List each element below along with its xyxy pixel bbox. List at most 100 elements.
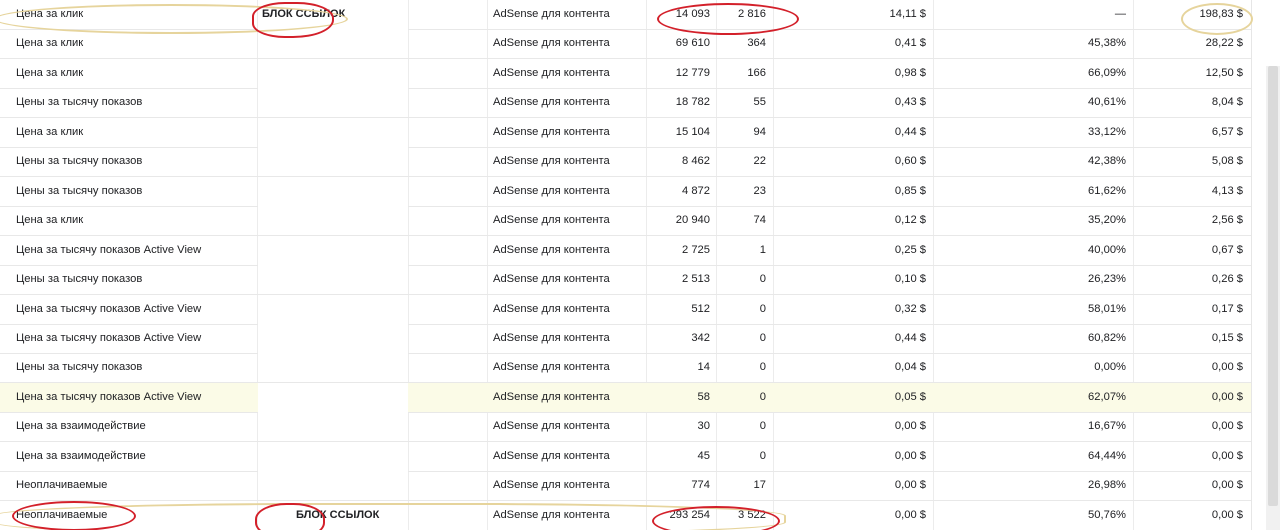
ad-type-cell: Цена за тысячу показов Active View [16,390,202,403]
table-row[interactable]: Неоплачиваемые AdSense для контента 774 17 0… [0,471,1251,502]
product-cell: AdSense для контента [493,273,610,286]
product-cell: AdSense для контента [493,479,610,492]
revenue-cell: 5,08 $ [1211,155,1243,168]
revenue-cell: 0,00 $ [1211,361,1243,374]
product-cell: AdSense для контента [493,508,610,521]
ad-unit-cell [258,294,408,324]
ad-type-cell: Цена за клик [16,37,84,50]
table-row[interactable]: Цены за тысячу показов AdSense для контен… [0,147,1251,178]
table-row[interactable]: Цена за клик AdSense для контента 15 104 94… [0,117,1251,148]
clicks-cell: 17 [753,479,766,492]
table-row[interactable]: Цена за клик AdSense для контента 69 610 36… [0,29,1251,60]
ctr-cell: 33,12% [1088,125,1126,138]
ad-type-cell: Цена за клик [16,66,84,79]
ad-type-cell: Цена за тысячу показов Active View [16,331,202,344]
revenue-cell: 0,00 $ [1211,390,1243,403]
revenue-cell: 0,00 $ [1211,420,1243,433]
impressions-cell: 14 [697,361,710,374]
revenue-cell: 0,00 $ [1211,508,1243,521]
revenue-cell: 4,13 $ [1211,184,1243,197]
table-row[interactable]: Цена за тысячу показов Active View AdSens… [0,294,1251,325]
product-cell: AdSense для контента [493,361,610,374]
table-row[interactable]: Цены за тысячу показов AdSense для контен… [0,265,1251,296]
clicks-cell: 0 [759,302,766,315]
ad-unit-cell [258,235,408,265]
ad-unit-cell [258,353,408,383]
cpc-cell: 0,04 $ [894,361,926,374]
table-row[interactable]: Цена за клик AdSense для контента 20 940 74… [0,206,1251,237]
impressions-cell: 58 [697,390,710,403]
cpc-cell: 0,25 $ [894,243,926,256]
table-row[interactable]: Цена за взаимодействие AdSense для контен… [0,412,1251,443]
table-row[interactable]: Цена за тысячу показов Active View AdSens… [0,382,1251,413]
ctr-cell: — [1114,8,1126,20]
revenue-cell: 0,00 $ [1211,479,1243,492]
table-row[interactable]: Цены за тысячу показов AdSense для контен… [0,353,1251,384]
ctr-cell: 64,44% [1088,449,1126,462]
ctr-cell: 0,00% [1094,361,1126,374]
ad-unit-cell [258,147,408,177]
cpc-cell: 0,00 $ [894,449,926,462]
revenue-cell: 28,22 $ [1205,37,1243,50]
ad-unit-cell [258,323,408,353]
impressions-cell: 12 779 [675,66,710,79]
cpc-cell: 0,85 $ [894,184,926,197]
clicks-cell: 0 [759,420,766,433]
table-row[interactable]: Цена за тысячу показов Active View AdSens… [0,235,1251,266]
impressions-cell: 293 254 [669,508,710,521]
ctr-cell: 60,82% [1088,331,1126,344]
ctr-cell: 61,62% [1088,184,1126,197]
table-row[interactable]: Цена за тысячу показов Active View AdSens… [0,323,1251,354]
ctr-cell: 40,61% [1088,96,1126,109]
ctr-cell: 45,38% [1088,37,1126,50]
impressions-cell: 342 [691,331,710,344]
product-cell: AdSense для контента [493,302,610,315]
ad-unit-cell [258,88,408,118]
ad-unit-cell [258,382,408,412]
cpc-cell: 0,12 $ [894,214,926,227]
impressions-cell: 69 610 [675,37,710,50]
product-cell: AdSense для контента [493,37,610,50]
product-cell: AdSense для контента [493,331,610,344]
ad-unit-cell [258,176,408,206]
ctr-cell: 26,98% [1088,479,1126,492]
product-cell: AdSense для контента [493,155,610,168]
ctr-cell: 42,38% [1088,155,1126,168]
impressions-cell: 20 940 [675,214,710,227]
revenue-cell: 12,50 $ [1205,66,1243,79]
ctr-cell: 66,09% [1088,66,1126,79]
ctr-cell: 40,00% [1088,243,1126,256]
ad-type-cell: Цены за тысячу показов [16,155,143,168]
cpc-cell: 0,43 $ [894,96,926,109]
impressions-cell: 8 462 [682,155,710,168]
scrollbar-thumb[interactable] [1268,66,1278,506]
ad-unit-cell [258,265,408,295]
clicks-cell: 3 522 [738,508,766,521]
table-row[interactable]: Цены за тысячу показов AdSense для контен… [0,88,1251,119]
impressions-cell: 2 513 [682,273,710,286]
table-row[interactable]: Цена за клик БЛОК ССЫЛОК AdSense для конте… [0,0,1251,30]
table-row[interactable]: Цена за клик AdSense для контента 12 779 16… [0,58,1251,89]
product-cell: AdSense для контента [493,96,610,109]
revenue-cell: 8,04 $ [1211,96,1243,109]
ad-unit-cell [258,441,408,471]
impressions-cell: 18 782 [675,96,710,109]
revenue-cell: 0,26 $ [1211,273,1243,286]
cpc-cell: 0,10 $ [894,273,926,286]
ad-unit-cell: БЛОК ССЫЛОК [258,500,408,530]
revenue-cell: 0,00 $ [1211,449,1243,462]
clicks-cell: 94 [753,125,766,138]
impressions-cell: 2 725 [682,243,710,256]
clicks-cell: 2 816 [738,8,766,20]
table-row[interactable]: Неоплачиваемые БЛОК ССЫЛОК AdSense для кон… [0,500,1251,530]
cpc-cell: 0,44 $ [894,331,926,344]
clicks-cell: 0 [759,361,766,374]
product-cell: AdSense для контента [493,184,610,197]
table-row[interactable]: Цены за тысячу показов AdSense для контен… [0,176,1251,207]
table-row[interactable]: Цена за взаимодействие AdSense для контен… [0,441,1251,472]
ad-type-cell: Неоплачиваемые [16,508,108,521]
report-table: Цена за клик БЛОК ССЫЛОК AdSense для конте… [0,0,1252,530]
clicks-cell: 23 [753,184,766,197]
cpc-cell: 0,00 $ [894,508,926,521]
ctr-cell: 16,67% [1088,420,1126,433]
